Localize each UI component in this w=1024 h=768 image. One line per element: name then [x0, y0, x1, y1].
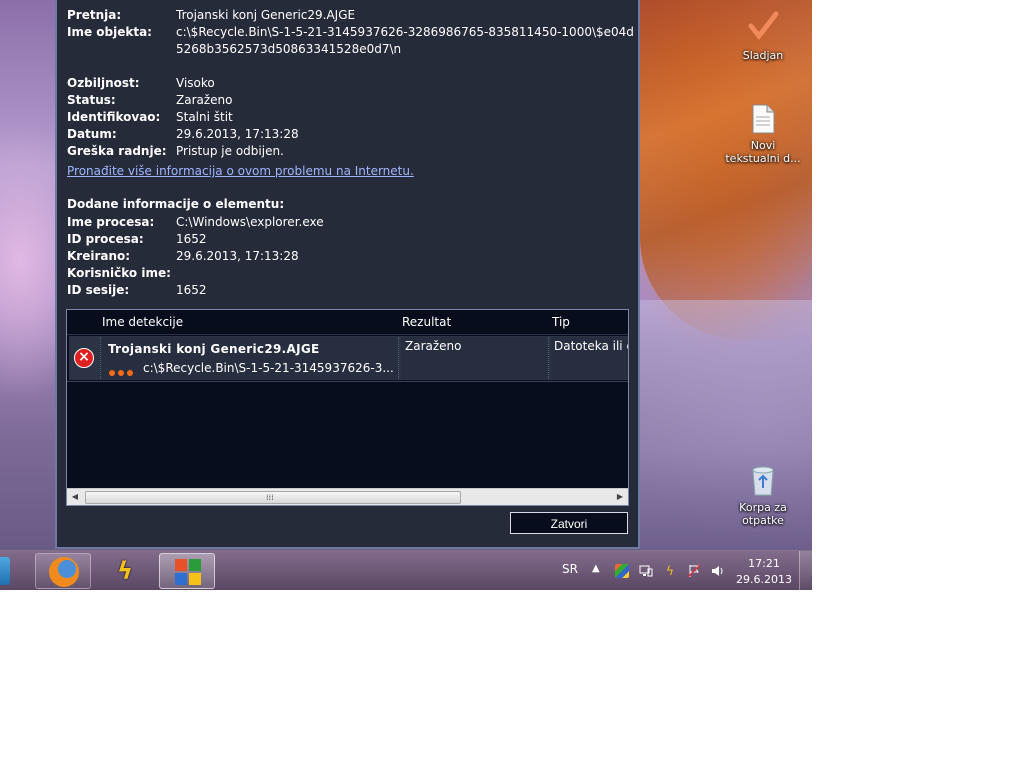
taskbar-firefox-button[interactable]: [35, 553, 91, 589]
show-desktop-button[interactable]: [799, 551, 812, 590]
row-value: Stalni štit: [176, 110, 233, 124]
row-key: Ime objekta:: [67, 25, 152, 39]
row-value: Trojanski konj Generic29.AJGE: [176, 8, 356, 22]
taskbar: ϟ SR ▲ ϟ 17:21 29.6.2013: [0, 550, 812, 590]
close-button[interactable]: Zatvori: [510, 512, 628, 534]
row-value: C:\Windows\explorer.exe: [176, 215, 324, 229]
recycle-bin-icon: [723, 466, 803, 499]
row-value: Visoko: [176, 76, 215, 90]
scrollbar-thumb[interactable]: ⁞⁞⁞: [85, 491, 461, 504]
row-key: Datum:: [67, 127, 117, 141]
detection-name: Trojanski konj Generic29.AJGE: [108, 342, 320, 356]
row-value: 29.6.2013, 17:13:28: [176, 127, 299, 141]
column-header-type[interactable]: Tip: [552, 315, 570, 329]
action-center-flag-icon[interactable]: [687, 564, 701, 578]
taskbar-avg-button[interactable]: [159, 553, 215, 589]
scroll-right-icon[interactable]: ▶: [612, 489, 628, 505]
row-value: 1652: [176, 283, 207, 297]
desktop-icon-label: Korpa za otpatke: [739, 501, 787, 527]
more-info-link[interactable]: Pronađite više informacija o ovom proble…: [67, 164, 414, 178]
table-header: Ime detekcije Rezultat Tip: [67, 310, 628, 335]
desktop-icon-sladjan[interactable]: Sladjan: [723, 8, 803, 62]
row-value: Zaraženo: [176, 93, 233, 107]
column-header-result[interactable]: Rezultat: [402, 315, 451, 329]
network-icon[interactable]: [639, 564, 653, 578]
additional-info-title: Dodane informacije o elementu:: [67, 197, 285, 211]
desktop-icon-label: Sladjan: [742, 49, 784, 62]
desktop-icon-novi-tekstualni[interactable]: Novi tekstualni d...: [723, 104, 803, 165]
row-value: c:\$Recycle.Bin\S-1-5-21-3145937626-3286…: [176, 25, 634, 56]
desktop-icon-korpa[interactable]: Korpa za otpatke: [723, 466, 803, 527]
detection-type: Datoteka ili d: [554, 339, 629, 353]
detection-name-cell: Trojanski konj Generic29.AJGE c:\$Recycl…: [100, 337, 399, 379]
row-key: Ozbiljnost:: [67, 76, 140, 90]
screen: Sladjan Novi tekstualni d... Korpa za ot…: [0, 0, 812, 590]
severity-dots-icon: [109, 361, 136, 380]
winamp-icon: ϟ: [117, 557, 133, 585]
row-key: Korisničko ime:: [67, 266, 171, 280]
detection-path: c:\$Recycle.Bin\S-1-5-21-3145937626-3...: [143, 361, 394, 375]
row-key: ID sesije:: [67, 283, 130, 297]
horizontal-scrollbar[interactable]: ◀ ⁞⁞⁞ ▶: [67, 488, 628, 505]
avg-icon: [175, 559, 201, 585]
clock-time[interactable]: 17:21: [736, 557, 792, 570]
row-value: 29.6.2013, 17:13:28: [176, 249, 299, 263]
grip-icon: ⁞⁞⁞: [266, 493, 274, 502]
volume-icon[interactable]: [711, 564, 725, 578]
row-value: 1652: [176, 232, 207, 246]
row-key: Identifikovao:: [67, 110, 161, 124]
scroll-left-icon[interactable]: ◀: [67, 489, 83, 505]
row-key: Ime procesa:: [67, 215, 155, 229]
result-cell: Zaraženo: [401, 337, 549, 379]
taskbar-winamp-button[interactable]: ϟ: [97, 553, 153, 589]
detection-result: Zaraženo: [405, 339, 462, 353]
type-cell: Datoteka ili d: [551, 337, 629, 379]
row-key: Greška radnje:: [67, 144, 167, 158]
desktop-icon-label: Novi tekstualni d...: [725, 139, 801, 165]
text-document-icon: [723, 104, 803, 137]
row-key: Status:: [67, 93, 116, 107]
avg-tray-icon[interactable]: [615, 564, 629, 578]
row-divider: [67, 381, 628, 382]
user-folder-icon: [723, 8, 803, 47]
row-value: Pristup je odbijen.: [176, 144, 284, 158]
table-row[interactable]: × Trojanski konj Generic29.AJGE c:\$Recy…: [69, 336, 629, 380]
detection-details-dialog: Pretnja: Trojanski konj Generic29.AJGE I…: [55, 0, 640, 549]
language-indicator[interactable]: SR: [562, 562, 578, 576]
row-key: Pretnja:: [67, 8, 122, 22]
taskbar-partial-app-icon[interactable]: [0, 557, 10, 585]
row-key: ID procesa:: [67, 232, 144, 246]
detection-table: Ime detekcije Rezultat Tip × Trojanski k…: [66, 309, 629, 506]
clock-date[interactable]: 29.6.2013: [736, 573, 792, 586]
show-hidden-icons-icon[interactable]: ▲: [592, 563, 600, 574]
winamp-tray-icon[interactable]: ϟ: [663, 564, 677, 578]
row-key: Kreirano:: [67, 249, 131, 263]
status-cell: ×: [69, 337, 97, 379]
firefox-icon: [49, 557, 79, 587]
error-x-icon: ×: [74, 348, 94, 368]
column-header-detection-name[interactable]: Ime detekcije: [102, 315, 183, 329]
